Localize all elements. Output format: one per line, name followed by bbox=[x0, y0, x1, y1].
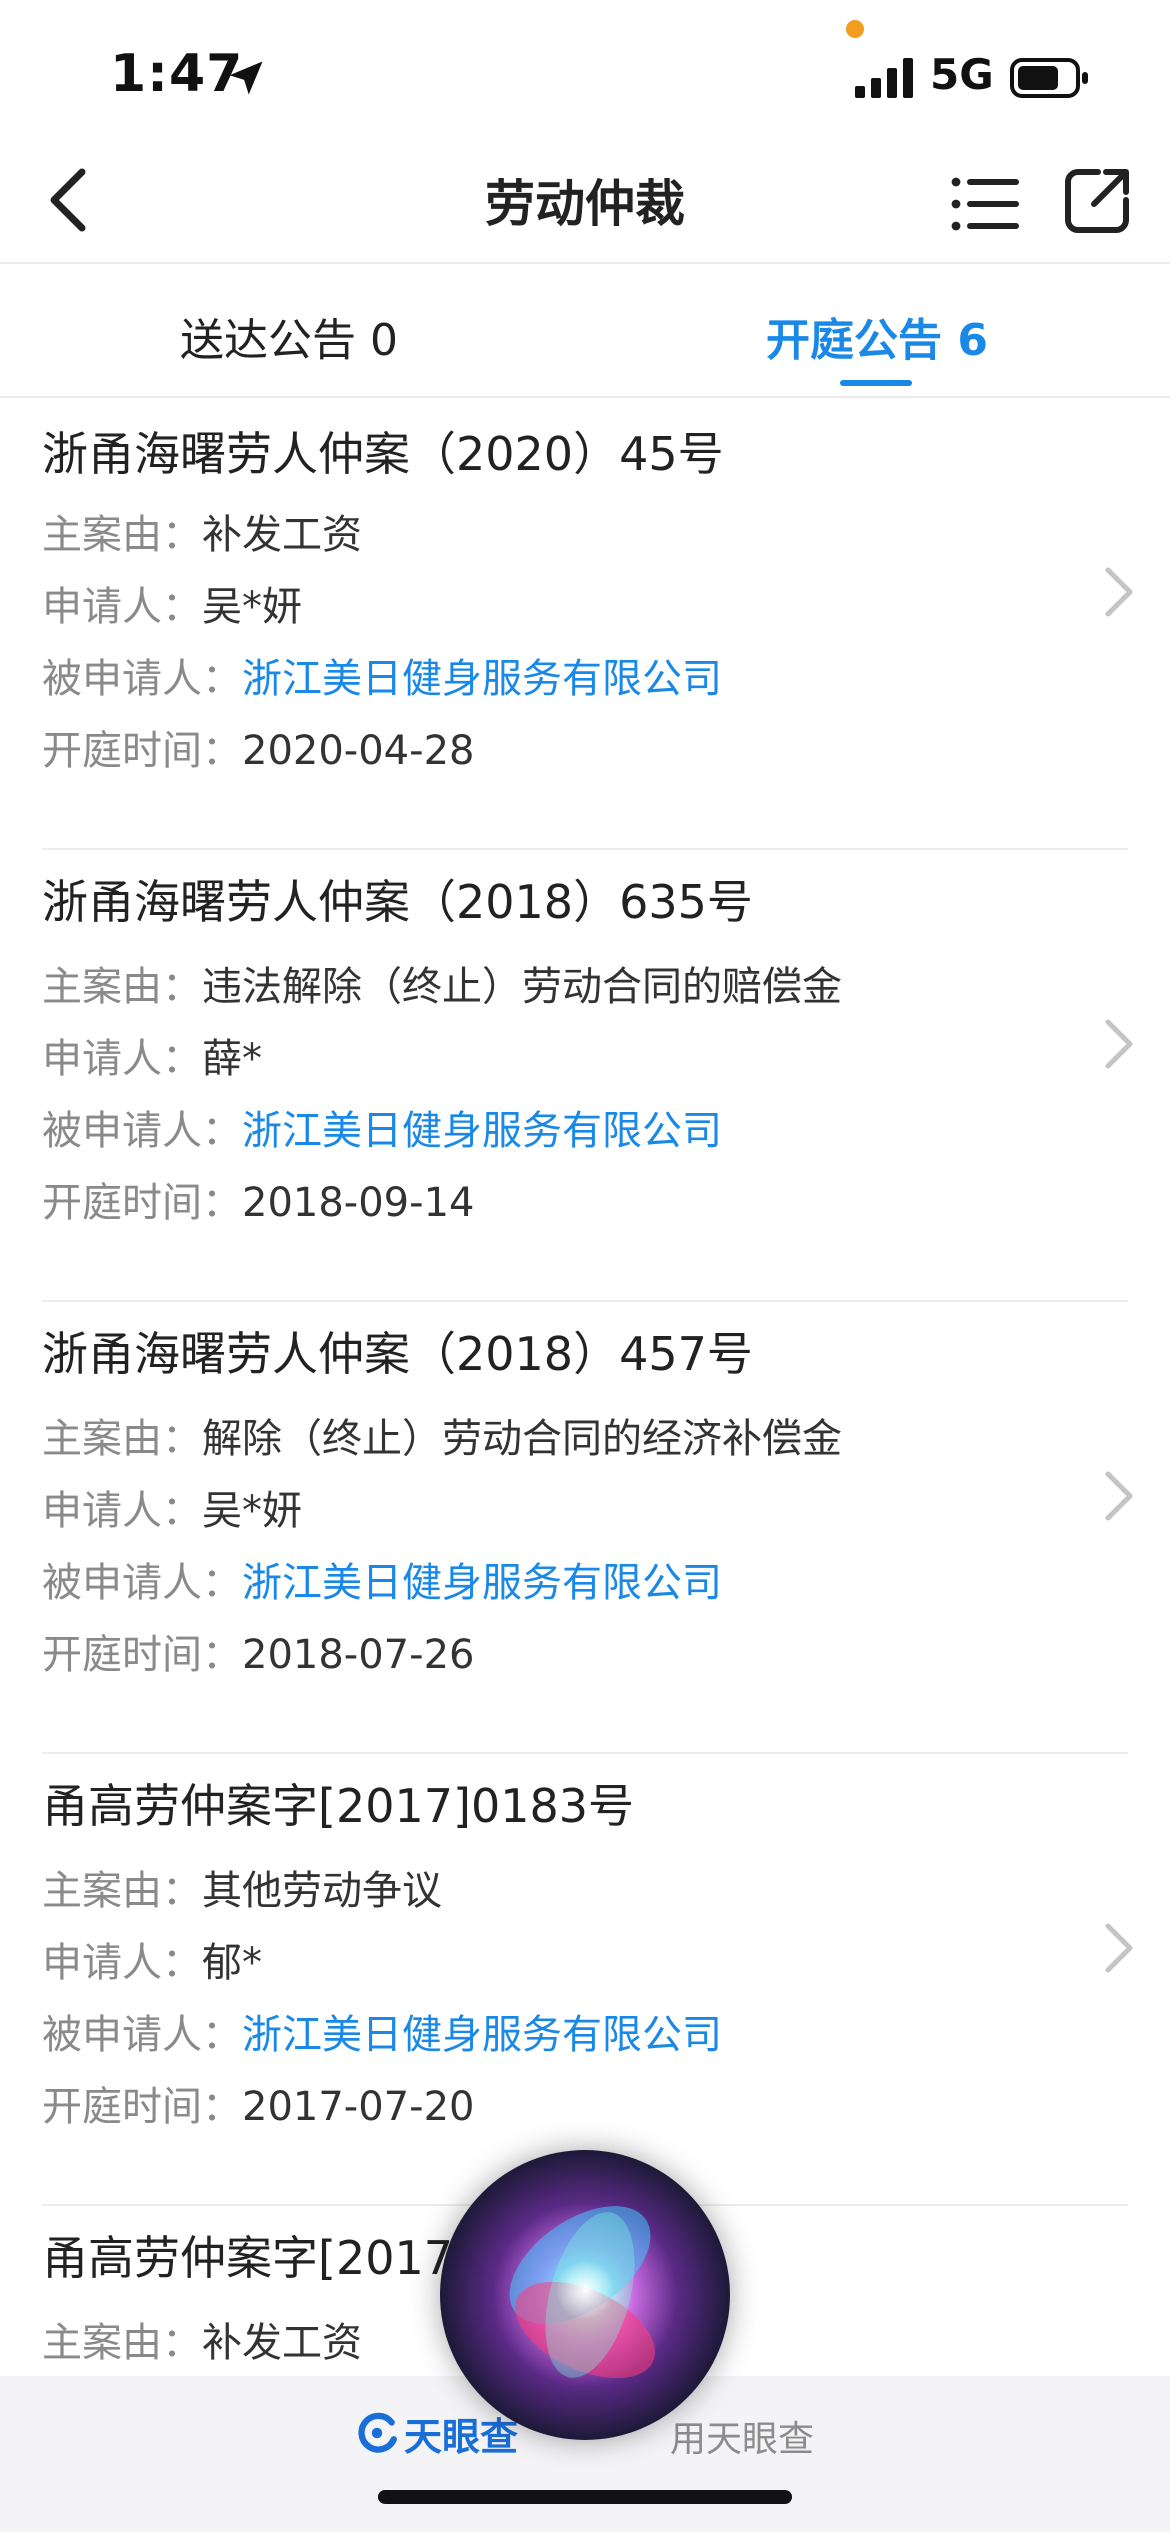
cause-label: 主案由： bbox=[42, 1416, 202, 1462]
network-type: 5G bbox=[930, 50, 994, 99]
cause-label: 主案由： bbox=[42, 2320, 202, 2366]
hearing-date-label: 开庭时间： bbox=[42, 1180, 242, 1226]
cause-value: 补发工资 bbox=[202, 2320, 362, 2366]
case-cause-row: 主案由：解除（终止）劳动合同的经济补偿金 bbox=[42, 1406, 842, 1464]
respondent-link[interactable]: 浙江美日健身服务有限公司 bbox=[242, 656, 722, 702]
case-respondent-row: 被申请人：浙江美日健身服务有限公司 bbox=[42, 646, 722, 704]
chevron-right-icon bbox=[1105, 1923, 1133, 1973]
chevron-right-icon bbox=[1105, 1019, 1133, 1069]
case-title: 浙甬海曙劳人仲案（2018）635号 bbox=[42, 875, 753, 929]
respondent-label: 被申请人： bbox=[42, 656, 242, 702]
case-hearing-date-row: 开庭时间：2017-07-20 bbox=[42, 2074, 474, 2132]
privacy-indicator-dot bbox=[846, 20, 864, 38]
navigation-bar: 劳动仲裁 bbox=[0, 140, 1170, 264]
hearing-date-label: 开庭时间： bbox=[42, 728, 242, 774]
status-bar: 1:47 5G bbox=[0, 0, 1170, 140]
announcement-tabs: 送达公告 0 开庭公告 6 bbox=[0, 264, 1170, 398]
respondent-label: 被申请人： bbox=[42, 2012, 242, 2058]
case-cause-row: 主案由：补发工资 bbox=[42, 2310, 362, 2368]
case-card[interactable]: 甬高劳仲案字[2017]0183号 主案由：其他劳动争议 申请人：郁* 被申请人… bbox=[0, 1754, 1170, 2206]
respondent-label: 被申请人： bbox=[42, 1108, 242, 1154]
cause-value: 补发工资 bbox=[202, 512, 362, 558]
siri-core bbox=[555, 2260, 615, 2320]
active-tab-indicator bbox=[840, 380, 912, 386]
case-hearing-date-row: 开庭时间：2018-09-14 bbox=[42, 1170, 474, 1228]
hearing-date-value: 2018-07-26 bbox=[242, 1632, 475, 1678]
applicant-value: 郁* bbox=[202, 1940, 262, 1986]
hearing-date-value: 2020-04-28 bbox=[242, 728, 475, 774]
hearing-date-value: 2018-09-14 bbox=[242, 1180, 475, 1226]
case-applicant-row: 申请人：薛* bbox=[42, 1026, 262, 1084]
respondent-label: 被申请人： bbox=[42, 1560, 242, 1606]
applicant-label: 申请人： bbox=[42, 1488, 202, 1534]
hearing-date-value: 2017-07-20 bbox=[242, 2084, 475, 2130]
cause-label: 主案由： bbox=[42, 964, 202, 1010]
case-applicant-row: 申请人：吴*妍 bbox=[42, 574, 302, 632]
case-card[interactable]: 浙甬海曙劳人仲案（2018）457号 主案由：解除（终止）劳动合同的经济补偿金 … bbox=[0, 1302, 1170, 1754]
tab-service-notice[interactable]: 送达公告 0 bbox=[180, 304, 398, 368]
applicant-label: 申请人： bbox=[42, 584, 202, 630]
case-respondent-row: 被申请人：浙江美日健身服务有限公司 bbox=[42, 1550, 722, 1608]
case-cause-row: 主案由：其他劳动争议 bbox=[42, 1858, 442, 1916]
location-arrow-icon bbox=[229, 61, 263, 95]
case-applicant-row: 申请人：郁* bbox=[42, 1930, 262, 1988]
case-respondent-row: 被申请人：浙江美日健身服务有限公司 bbox=[42, 1098, 722, 1156]
share-icon[interactable] bbox=[1058, 160, 1138, 240]
cellular-signal-icon bbox=[855, 58, 913, 98]
list-icon[interactable] bbox=[944, 164, 1024, 244]
applicant-value: 吴*妍 bbox=[202, 1488, 302, 1534]
brand-slogan: 用天眼查 bbox=[670, 2419, 815, 2460]
case-card[interactable]: 浙甬海曙劳人仲案（2018）635号 主案由：违法解除（终止）劳动合同的赔偿金 … bbox=[0, 850, 1170, 1302]
case-title: 甬高劳仲案字[2017 bbox=[42, 2231, 454, 2285]
chevron-right-icon bbox=[1105, 1471, 1133, 1521]
case-title: 浙甬海曙劳人仲案（2020）45号 bbox=[42, 427, 724, 481]
case-title: 浙甬海曙劳人仲案（2018）457号 bbox=[42, 1327, 753, 1381]
cause-label: 主案由： bbox=[42, 1868, 202, 1914]
respondent-link[interactable]: 浙江美日健身服务有限公司 bbox=[242, 1108, 722, 1154]
case-title: 甬高劳仲案字[2017]0183号 bbox=[42, 1779, 635, 1833]
case-hearing-date-row: 开庭时间：2018-07-26 bbox=[42, 1622, 474, 1680]
applicant-value: 吴*妍 bbox=[202, 584, 302, 630]
applicant-label: 申请人： bbox=[42, 1940, 202, 1986]
cause-value: 其他劳动争议 bbox=[202, 1868, 442, 1914]
tianyancha-logo-icon bbox=[358, 2412, 397, 2453]
respondent-link[interactable]: 浙江美日健身服务有限公司 bbox=[242, 1560, 722, 1606]
hearing-date-label: 开庭时间： bbox=[42, 2084, 242, 2130]
case-respondent-row: 被申请人：浙江美日健身服务有限公司 bbox=[42, 2002, 722, 2060]
case-hearing-date-row: 开庭时间：2020-04-28 bbox=[42, 718, 474, 776]
chevron-right-icon bbox=[1105, 567, 1133, 617]
cause-value: 违法解除（终止）劳动合同的赔偿金 bbox=[202, 964, 842, 1010]
cause-value: 解除（终止）劳动合同的经济补偿金 bbox=[202, 1416, 842, 1462]
hearing-date-label: 开庭时间： bbox=[42, 1632, 242, 1678]
case-card[interactable]: 浙甬海曙劳人仲案（2020）45号 主案由：补发工资 申请人：吴*妍 被申请人：… bbox=[0, 398, 1170, 850]
case-cause-row: 主案由：违法解除（终止）劳动合同的赔偿金 bbox=[42, 954, 842, 1012]
respondent-link[interactable]: 浙江美日健身服务有限公司 bbox=[242, 2012, 722, 2058]
home-indicator[interactable] bbox=[378, 2490, 792, 2504]
applicant-value: 薛* bbox=[202, 1036, 262, 1082]
case-applicant-row: 申请人：吴*妍 bbox=[42, 1478, 302, 1536]
battery-icon bbox=[1010, 58, 1088, 98]
case-cause-row: 主案由：补发工资 bbox=[42, 502, 362, 560]
applicant-label: 申请人： bbox=[42, 1036, 202, 1082]
tab-hearing-notice[interactable]: 开庭公告 6 bbox=[766, 304, 988, 368]
brand-name: 天眼查 bbox=[404, 2415, 519, 2459]
siri-orb-icon[interactable] bbox=[440, 2150, 730, 2440]
cause-label: 主案由： bbox=[42, 512, 202, 558]
